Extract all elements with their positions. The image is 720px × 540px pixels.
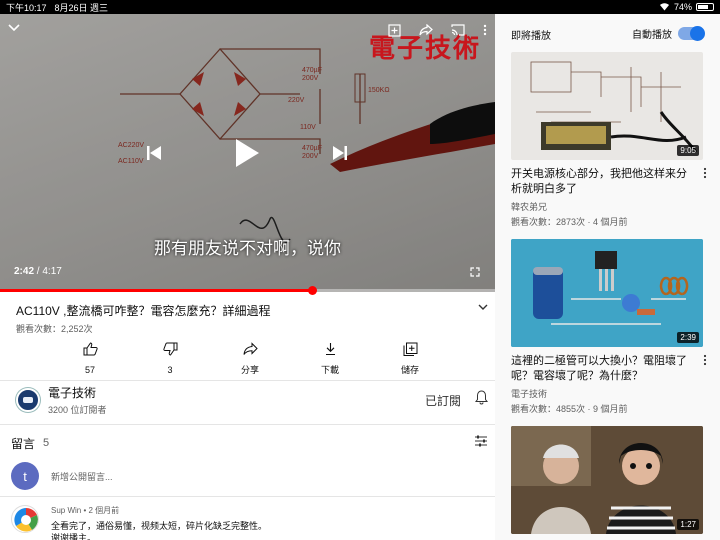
collapse-chevron-icon[interactable] bbox=[6, 20, 22, 36]
thumbnail-image bbox=[530, 61, 698, 153]
fullscreen-icon[interactable] bbox=[468, 266, 482, 278]
save-button[interactable]: 儲存 bbox=[380, 342, 440, 378]
video-thumbnail[interactable]: 2:39 bbox=[511, 239, 703, 347]
autoplay-toggle[interactable] bbox=[678, 26, 705, 41]
play-button-icon[interactable] bbox=[230, 136, 264, 170]
channel-avatar[interactable] bbox=[16, 388, 40, 412]
autoplay-label: 自動播放 bbox=[632, 30, 672, 41]
status-bar: 下午10:17 8月26日 週三 74% bbox=[0, 0, 720, 14]
like-count: 57 bbox=[84, 365, 95, 375]
thumbs-up-icon bbox=[83, 342, 98, 356]
cast-icon[interactable] bbox=[451, 24, 465, 40]
download-label: 下載 bbox=[320, 365, 339, 375]
thumbnail-image bbox=[511, 426, 703, 534]
total-duration: 4:17 bbox=[42, 266, 62, 277]
video-player[interactable]: 470µF 200V 220V 150KΩ 110V 470µF 200V AC22… bbox=[0, 14, 495, 292]
status-time: 下午10:17 bbox=[6, 2, 47, 13]
comment-text-line: 谢谢播主。 bbox=[51, 533, 97, 540]
thumbs-down-icon bbox=[162, 342, 177, 356]
next-video-icon[interactable] bbox=[328, 142, 352, 164]
add-comment-row[interactable]: t 新增公開留言... bbox=[11, 462, 113, 490]
like-button[interactable]: 57 bbox=[60, 342, 120, 378]
seek-bar-handle[interactable] bbox=[307, 286, 317, 295]
commenter-avatar[interactable] bbox=[11, 505, 39, 533]
add-to-playlist-icon[interactable] bbox=[388, 24, 401, 40]
suggested-video-channel: 韓农弟兄 bbox=[511, 202, 548, 212]
dislike-count: 3 bbox=[167, 365, 173, 375]
suggested-video-title[interactable]: 开关电源核心部分，我把他这样来分析就明白多了 bbox=[511, 167, 691, 197]
thumbnail-image bbox=[511, 239, 703, 347]
suggested-video-meta: 觀看次數：2873次 · 4 個月前 bbox=[511, 217, 628, 227]
previous-video-icon[interactable] bbox=[142, 142, 166, 164]
add-comment-input[interactable]: 新增公開留言... bbox=[51, 470, 113, 483]
share-button[interactable]: 分享 bbox=[220, 342, 280, 378]
video-duration: 1:27 bbox=[677, 519, 699, 530]
subscribed-button[interactable]: 已訂閱 bbox=[425, 392, 461, 409]
video-thumbnail[interactable]: 9:05 bbox=[511, 52, 703, 160]
dislike-button[interactable]: 3 bbox=[140, 342, 200, 378]
time-separator: / bbox=[36, 266, 40, 277]
notification-bell-icon[interactable] bbox=[475, 390, 488, 410]
up-next-sidebar: 即將播放 自動播放 9:05 开关电源核心部分，我把他这样来分析就明白多了 韓农… bbox=[495, 14, 720, 540]
comments-count: 5 bbox=[43, 437, 50, 449]
user-avatar: t bbox=[11, 462, 39, 490]
time-display: 2:42 / 4:17 bbox=[14, 266, 62, 277]
divider bbox=[0, 496, 495, 497]
more-vert-icon[interactable] bbox=[483, 24, 487, 40]
add-to-library-icon bbox=[403, 342, 417, 356]
expand-description-icon[interactable] bbox=[478, 302, 488, 319]
video-duration: 2:39 bbox=[677, 332, 699, 343]
video-subtitle: 那有朋友说不对啊，说你 bbox=[154, 239, 341, 258]
sort-comments-icon[interactable] bbox=[474, 434, 488, 452]
channel-name[interactable]: 電子技術 bbox=[48, 384, 107, 401]
view-count: 觀看次數：2,252次 bbox=[16, 324, 93, 334]
seek-bar-played bbox=[0, 289, 312, 292]
suggested-video[interactable]: 1:27 bbox=[511, 426, 707, 534]
suggested-video-channel: 電子技術 bbox=[511, 389, 548, 399]
seek-bar[interactable] bbox=[0, 286, 495, 295]
suggested-video[interactable]: 9:05 开关电源核心部分，我把他这样来分析就明白多了 韓农弟兄 觀看次數：28… bbox=[511, 52, 707, 228]
subscriber-count: 3200 位訂閱者 bbox=[48, 405, 107, 415]
video-title[interactable]: AC110V ,整流橋可咋整？電容怎麼充？詳細過程 bbox=[16, 302, 270, 319]
share-arrow-icon bbox=[243, 342, 258, 355]
share-icon[interactable] bbox=[419, 23, 433, 40]
up-next-label: 即將播放 bbox=[511, 31, 551, 42]
suggested-video-meta: 觀看次數：4855次 · 9 個月前 bbox=[511, 404, 628, 414]
divider bbox=[0, 380, 495, 381]
comment-item[interactable]: Sup Win • 2 個月前 全看完了，通俗易懂，视频太短，碎片化缺乏完整性。… bbox=[11, 505, 488, 540]
more-vert-icon[interactable] bbox=[703, 354, 707, 369]
divider bbox=[0, 424, 495, 425]
autoplay-toggle-knob bbox=[690, 26, 705, 41]
comment-text-line: 全看完了，通俗易懂，视频太短，碎片化缺乏完整性。 bbox=[51, 521, 268, 531]
video-duration: 9:05 bbox=[677, 145, 699, 156]
video-thumbnail[interactable]: 1:27 bbox=[511, 426, 703, 534]
share-label: 分享 bbox=[240, 365, 259, 375]
comments-label[interactable]: 留言 bbox=[11, 435, 35, 452]
comment-author-meta: Sup Win • 2 個月前 bbox=[51, 506, 120, 515]
battery-percent: 74% bbox=[673, 2, 692, 12]
status-date: 8月26日 週三 bbox=[54, 2, 109, 13]
save-label: 儲存 bbox=[400, 365, 419, 375]
suggested-video[interactable]: 2:39 這裡的二極管可以大換小？電阻壞了呢？電容壞了呢？為什麼？ 電子技術 觀… bbox=[511, 239, 707, 415]
more-vert-icon[interactable] bbox=[703, 167, 707, 182]
wifi-icon bbox=[659, 2, 670, 13]
download-icon bbox=[325, 343, 335, 356]
download-button[interactable]: 下載 bbox=[300, 342, 360, 378]
battery-icon bbox=[696, 3, 714, 11]
current-time: 2:42 bbox=[14, 266, 35, 277]
suggested-video-title[interactable]: 這裡的二極管可以大換小？電阻壞了呢？電容壞了呢？為什麼？ bbox=[511, 354, 691, 384]
